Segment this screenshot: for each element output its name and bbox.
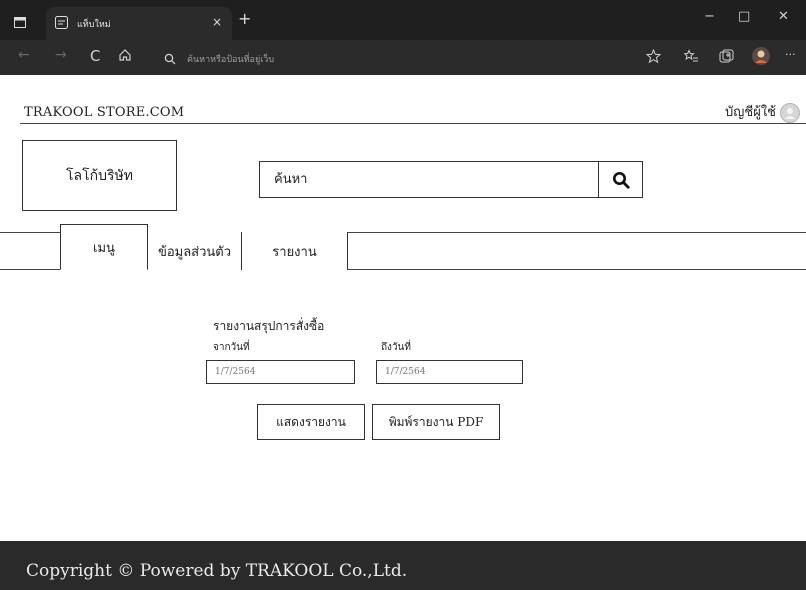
user-account-label: บัญชีผู้ใช้ (725, 105, 776, 120)
copyright-text: Copyright © Powered by TRAKOOL Co.,Ltd. (26, 561, 408, 581)
reload-icon[interactable]: C (90, 47, 100, 65)
home-icon[interactable] (118, 48, 132, 66)
search-bar (259, 161, 643, 198)
from-date-input[interactable] (206, 360, 355, 384)
tab-personal-info[interactable]: ข้อมูลส่วนตัว (148, 232, 242, 270)
user-account-link[interactable]: บัญชีผู้ใช้ (725, 101, 800, 123)
maximize-button[interactable]: □ (738, 9, 750, 24)
footer: Copyright © Powered by TRAKOOL Co.,Ltd. (0, 541, 806, 590)
to-date-label: ถึงวันที่ (381, 342, 411, 353)
from-date-label: จากวันที่ (213, 342, 250, 353)
report-title: รายงานสรุปการสั่งซื้อ (213, 319, 325, 333)
to-date-input[interactable] (376, 360, 523, 384)
company-logo-placeholder[interactable]: โลโก้บริษัท (22, 140, 177, 211)
site-name[interactable]: TRAKOOL STORE.COM (24, 105, 184, 120)
user-avatar-icon (780, 102, 800, 123)
collections-icon[interactable] (719, 49, 734, 68)
address-bar[interactable]: ค้นหาหรือป้อนที่อยู่เว็บ (154, 44, 654, 71)
minimize-button[interactable]: − (704, 9, 715, 24)
tab-menu[interactable]: เมนู (60, 224, 148, 270)
search-button[interactable] (598, 162, 642, 197)
search-input[interactable] (260, 162, 598, 197)
new-tab-page-icon (55, 16, 68, 32)
header-divider (20, 123, 806, 124)
favorite-star-icon[interactable] (645, 48, 662, 68)
address-search-icon (164, 50, 176, 69)
favorites-list-icon[interactable] (683, 49, 699, 68)
window-menu-icon[interactable] (14, 13, 26, 32)
print-pdf-button[interactable]: พิมพ์รายงาน PDF (372, 404, 500, 440)
address-placeholder: ค้นหาหรือป้อนที่อยู่เว็บ (187, 55, 275, 65)
search-icon (612, 171, 630, 189)
browser-tab[interactable]: แท็บใหม่ × (46, 7, 232, 40)
profile-avatar-icon[interactable] (751, 46, 771, 70)
close-window-button[interactable]: ✕ (778, 9, 789, 24)
back-icon[interactable]: ← (18, 47, 30, 63)
browser-navbar: ← → C ค้นหาหรือป้อนที่อยู่เว็บ ··· (0, 40, 806, 75)
forward-icon[interactable]: → (55, 47, 67, 63)
new-tab-button[interactable]: + (238, 9, 251, 28)
more-menu-icon[interactable]: ··· (785, 48, 796, 61)
web-page: TRAKOOL STORE.COM บัญชีผู้ใช้ โลโก้บริษั… (0, 75, 806, 590)
tab-title: แท็บใหม่ (77, 20, 111, 30)
browser-titlebar: แท็บใหม่ × + − □ ✕ (0, 0, 806, 40)
tab-close-icon[interactable]: × (212, 15, 222, 29)
tab-report[interactable]: รายงาน (242, 232, 348, 270)
show-report-button[interactable]: แสดงรายงาน (257, 404, 365, 440)
